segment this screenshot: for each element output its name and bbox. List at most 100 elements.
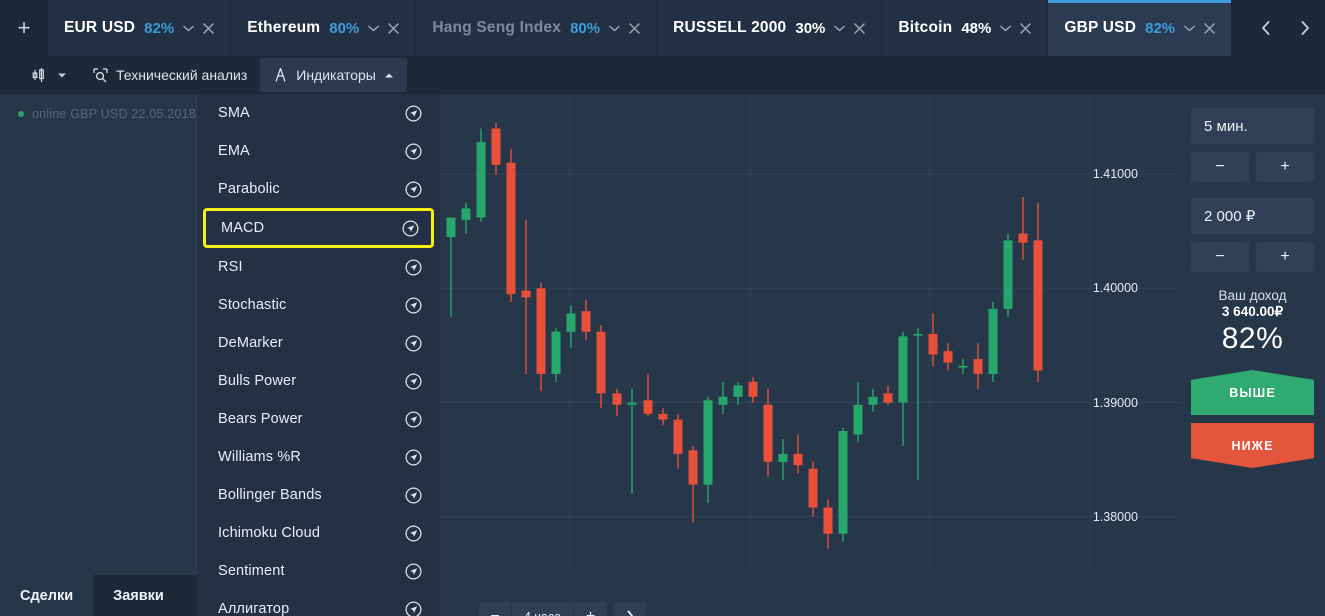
indicator-label: Bulls Power [218,373,297,389]
amount-field[interactable]: 2 000 ₽ [1191,198,1314,234]
compass-arrow-icon[interactable] [405,104,422,122]
chevron-down-icon[interactable] [1000,25,1012,32]
chart-left-pane [0,94,197,616]
bottom-tab-bar: Сделки Заявки [0,575,197,616]
close-icon[interactable] [854,22,866,34]
indicator-label: Parabolic [218,181,280,197]
tab-payout-percent: 30% [795,19,826,37]
tab-name: Ethereum [247,19,321,36]
indicator-label: Williams %R [218,449,302,465]
chart-type-button[interactable] [18,58,80,92]
compass-arrow-icon[interactable] [405,180,422,198]
indicator-item-stochastic[interactable]: Stochastic [197,286,440,324]
instrument-tab-russell-2000[interactable]: RUSSELL 2000 30% [657,0,883,56]
indicator-label: RSI [218,259,243,275]
chevron-down-icon[interactable] [609,25,620,32]
indicator-item-sma[interactable]: SMA [197,94,440,132]
tab-name: Hang Seng Index [432,19,562,36]
price-axis: 1.41000 1.40000 1.39000 1.38000 [1090,94,1180,616]
call-up-button[interactable]: ВЫШЕ [1191,370,1314,415]
indicator-item-sentiment[interactable]: Sentiment [197,552,440,590]
instrument-tab-eur-usd[interactable]: EUR USD 82% [48,0,232,56]
add-tab-button[interactable]: + [0,0,48,56]
compass-arrow-icon[interactable] [405,600,422,616]
indicator-item-bears-power[interactable]: Bears Power [197,400,440,438]
tab-payout-percent: 80% [570,19,601,37]
indicator-item-williams-r[interactable]: Williams %R [197,438,440,476]
compass-arrow-icon[interactable] [405,296,422,314]
put-down-button[interactable]: НИЖЕ [1191,423,1314,468]
close-icon[interactable] [629,22,640,34]
compass-arrow-icon[interactable] [405,142,422,160]
amount-plus-button[interactable]: + [1256,242,1314,272]
indicator-item-parabolic[interactable]: Parabolic [197,170,440,208]
indicator-item-аллигатор[interactable]: Аллигатор [197,590,440,616]
timeframe-decrease-button[interactable]: − [479,602,512,616]
duration-minus-button[interactable]: − [1191,152,1249,182]
indicator-label: EMA [218,143,250,159]
close-icon[interactable] [1204,22,1215,34]
price-tick-label: 1.39000 [1092,395,1138,410]
compass-arrow-icon[interactable] [405,448,422,466]
tab-scroll-left-button[interactable] [1245,0,1285,56]
compass-arrow-icon[interactable] [402,219,419,237]
timeframe-next-button[interactable] [614,602,646,616]
instrument-tab-ethereum[interactable]: Ethereum 80% [231,0,417,56]
tab-name: Bitcoin [898,19,953,36]
indicator-label: Ichimoku Cloud [218,525,321,541]
indicator-item-rsi[interactable]: RSI [197,248,440,286]
instrument-tab-hang-seng-index[interactable]: Hang Seng Index 80% [416,0,658,56]
compass-arrow-icon[interactable] [405,258,422,276]
bottom-tab-deals[interactable]: Сделки [0,575,94,616]
candlestick-icon [31,66,49,84]
technical-analysis-button[interactable]: Технический анализ [80,58,260,92]
close-icon[interactable] [203,22,214,34]
indicator-item-bollinger-bands[interactable]: Bollinger Bands [197,476,440,514]
chevron-down-icon[interactable] [368,25,380,32]
price-tick-label: 1.38000 [1092,509,1138,524]
compass-arrow-icon[interactable] [405,524,422,542]
tab-name: RUSSELL 2000 [673,19,787,36]
indicator-label: DeMarker [218,335,283,351]
indicator-item-macd[interactable]: MACD [203,208,434,248]
indicators-button[interactable]: Индикаторы [260,58,407,92]
indicator-label: Bears Power [218,411,303,427]
indicator-item-ema[interactable]: EMA [197,132,440,170]
amount-stepper: − + [1191,242,1314,272]
chart-status-label: online GBP USD 22.05.2018 [32,107,196,121]
instrument-tab-bar: + EUR USD 82% Ethereum 80% Hang Seng Index 80… [0,0,1325,56]
compass-arrow-icon[interactable] [405,334,422,352]
indicator-item-bulls-power[interactable]: Bulls Power [197,362,440,400]
amount-minus-button[interactable]: − [1191,242,1249,272]
compass-arrow-icon[interactable] [405,562,422,580]
indicator-item-demarker[interactable]: DeMarker [197,324,440,362]
instrument-tab-bitcoin[interactable]: Bitcoin 48% [882,0,1049,56]
indicator-label: MACD [221,220,265,236]
technical-analysis-label: Технический анализ [116,67,248,83]
instrument-tab-gbp-usd[interactable]: GBP USD 82% [1048,0,1233,56]
indicator-item-ichimoku-cloud[interactable]: Ichimoku Cloud [197,514,440,552]
chart-area[interactable]: online GBP USD 22.05.2018 1.41000 1.40000… [0,94,1180,616]
close-icon[interactable] [388,22,400,34]
compass-icon [273,67,288,83]
tab-payout-percent: 80% [329,19,360,37]
close-icon[interactable] [1020,22,1032,34]
bottom-tab-orders[interactable]: Заявки [93,575,184,616]
duration-plus-button[interactable]: + [1256,152,1314,182]
chevron-down-icon[interactable] [183,25,194,32]
tab-list: EUR USD 82% Ethereum 80% Hang Seng Index 80% R… [48,0,1245,56]
compass-arrow-icon[interactable] [405,372,422,390]
chart-toolbar: Технический анализ Индикаторы [0,56,1325,94]
tab-name: EUR USD [64,19,136,36]
chevron-down-icon[interactable] [1184,25,1195,32]
timeframe-increase-button[interactable]: + [574,602,607,616]
indicators-dropdown[interactable]: SMA EMA Parabolic MACD RSI Stochastic DeMarker… [197,94,440,616]
indicator-label: Stochastic [218,297,287,313]
price-tick-label: 1.41000 [1092,167,1138,182]
duration-field[interactable]: 5 мин. [1191,108,1314,144]
chevron-down-icon[interactable] [834,25,846,32]
compass-arrow-icon[interactable] [405,410,422,428]
compass-arrow-icon[interactable] [405,486,422,504]
tab-scroll-right-button[interactable] [1285,0,1325,56]
magnifier-square-icon [93,67,108,83]
